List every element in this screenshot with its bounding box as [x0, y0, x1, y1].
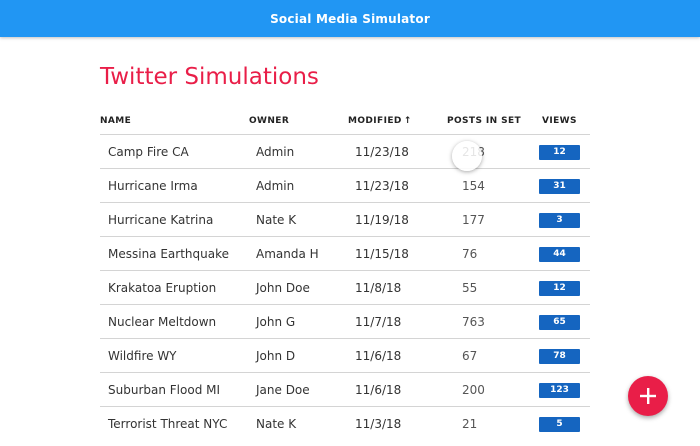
row-modified: 11/23/18 — [355, 179, 409, 193]
row-name: Nuclear Meltdown — [108, 315, 217, 329]
row-modified: 11/19/18 — [355, 213, 409, 227]
table-row[interactable]: Hurricane Katrina Nate K 11/19/18 177 3 — [100, 202, 590, 236]
simulations-table: NAME OWNER MODIFIED ↑ POSTS IN SET VIEWS … — [100, 116, 590, 432]
row-name: Wildfire WY — [108, 349, 177, 363]
row-views: 78 — [539, 339, 580, 373]
page-title: Twitter Simulations — [100, 64, 319, 90]
row-owner: John Doe — [256, 281, 310, 295]
row-name: Hurricane Irma — [108, 179, 198, 193]
row-posts: 200 — [462, 383, 485, 397]
add-simulation-button[interactable] — [628, 376, 668, 416]
row-posts: 763 — [462, 315, 485, 329]
app-title: Social Media Simulator — [270, 11, 430, 26]
row-modified: 11/6/18 — [355, 383, 402, 397]
row-posts: 154 — [462, 179, 485, 193]
column-header-owner[interactable]: OWNER — [249, 116, 289, 126]
row-views: 12 — [539, 271, 580, 305]
table-row[interactable]: Nuclear Meltdown John G 11/7/18 763 65 — [100, 304, 590, 338]
row-modified: 11/8/18 — [355, 281, 402, 295]
views-badge: 78 — [539, 349, 580, 364]
plus-icon — [640, 388, 656, 404]
row-modified: 11/23/18 — [355, 145, 409, 159]
table-row[interactable]: Terrorist Threat NYC Nate K 11/3/18 21 5 — [100, 406, 590, 440]
row-name: Hurricane Katrina — [108, 213, 214, 227]
click-ripple — [452, 141, 482, 171]
row-owner: Nate K — [256, 417, 297, 431]
row-owner: John D — [256, 349, 296, 363]
row-posts: 21 — [462, 417, 478, 431]
views-badge: 31 — [539, 179, 580, 194]
row-owner: Admin — [256, 179, 295, 193]
views-badge: 3 — [539, 213, 580, 228]
row-name: Messina Earthquake — [108, 247, 230, 261]
row-modified: 11/15/18 — [355, 247, 409, 261]
views-badge: 65 — [539, 315, 580, 330]
row-views: 44 — [539, 237, 580, 271]
row-posts: 76 — [462, 247, 478, 261]
column-header-name[interactable]: NAME — [100, 116, 131, 126]
column-header-modified-label: MODIFIED — [348, 116, 402, 126]
views-badge: 5 — [539, 417, 580, 432]
column-header-views[interactable]: VIEWS — [542, 116, 577, 126]
row-posts: 55 — [462, 281, 478, 295]
row-views: 12 — [539, 135, 580, 169]
row-name: Terrorist Threat NYC — [108, 417, 228, 431]
app-bar: Social Media Simulator — [0, 0, 700, 37]
table-row[interactable]: Hurricane Irma Admin 11/23/18 154 31 — [100, 168, 590, 202]
table-row[interactable]: Suburban Flood MI Jane Doe 11/6/18 200 1… — [100, 372, 590, 406]
row-views: 123 — [539, 373, 580, 407]
row-owner: Amanda H — [256, 247, 319, 261]
views-badge: 123 — [539, 383, 580, 398]
column-header-posts[interactable]: POSTS IN SET — [447, 116, 521, 126]
column-header-modified[interactable]: MODIFIED ↑ — [348, 116, 412, 126]
row-posts: 67 — [462, 349, 478, 363]
row-views: 65 — [539, 305, 580, 339]
views-badge: 44 — [539, 247, 580, 262]
row-views: 3 — [539, 203, 580, 237]
table-row[interactable]: Camp Fire CA Admin 11/23/18 218 12 — [100, 134, 590, 168]
table-row[interactable]: Krakatoa Eruption John Doe 11/8/18 55 12 — [100, 270, 590, 304]
table-body: Camp Fire CA Admin 11/23/18 218 12 Hurri… — [100, 134, 590, 440]
row-name: Suburban Flood MI — [108, 383, 221, 397]
sort-ascending-icon: ↑ — [403, 116, 412, 126]
views-badge: 12 — [539, 145, 580, 160]
table-row[interactable]: Wildfire WY John D 11/6/18 67 78 — [100, 338, 590, 372]
views-badge: 12 — [539, 281, 580, 296]
row-modified: 11/7/18 — [355, 315, 402, 329]
row-name: Camp Fire CA — [108, 145, 189, 159]
row-posts: 177 — [462, 213, 485, 227]
row-owner: John G — [256, 315, 296, 329]
row-owner: Nate K — [256, 213, 297, 227]
row-owner: Jane Doe — [256, 383, 310, 397]
row-views: 31 — [539, 169, 580, 203]
row-name: Krakatoa Eruption — [108, 281, 217, 295]
table-header: NAME OWNER MODIFIED ↑ POSTS IN SET VIEWS — [100, 116, 590, 136]
row-modified: 11/6/18 — [355, 349, 402, 363]
row-views: 5 — [539, 407, 580, 441]
table-row[interactable]: Messina Earthquake Amanda H 11/15/18 76 … — [100, 236, 590, 270]
row-owner: Admin — [256, 145, 295, 159]
row-modified: 11/3/18 — [355, 417, 402, 431]
